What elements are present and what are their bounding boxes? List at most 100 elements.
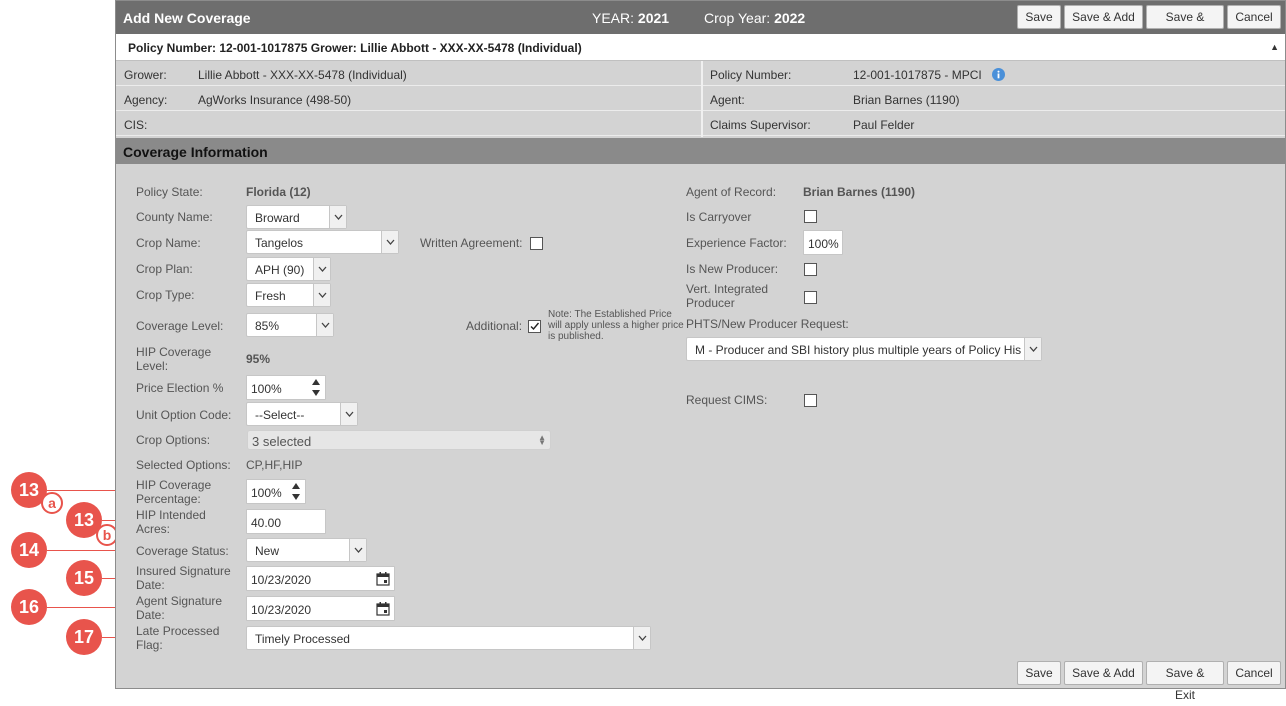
unit-option-label: Unit Option Code: (136, 408, 232, 422)
late-processed-flag-label: Late Processed Flag: (136, 624, 220, 652)
agency-label: Agency: (124, 93, 168, 107)
crop-options-multiselect[interactable]: 3 selected ▲ ▼ (247, 430, 551, 450)
late-processed-flag-select[interactable]: Timely Processed (246, 626, 651, 650)
additional-label: Additional: (466, 319, 523, 333)
crop-options-label: Crop Options: (136, 433, 211, 447)
policy-summary-bar[interactable]: Policy Number: 12-001-1017875 Grower: Li… (116, 34, 1285, 61)
cancel-button[interactable]: Cancel (1227, 5, 1281, 29)
policy-number-value: 12-001-1017875 - MPCI (853, 68, 982, 82)
county-select[interactable]: Broward (246, 205, 347, 229)
claims-supervisor-label: Claims Supervisor: (710, 118, 811, 132)
policy-state-value: Florida (12) (246, 185, 311, 199)
save-exit-button-bottom[interactable]: Save & Exit (1146, 661, 1224, 702)
is-carryover-checkbox[interactable] (804, 210, 817, 223)
callout-17: 17 (66, 619, 102, 655)
callout-14: 14 (11, 532, 47, 568)
hip-coverage-level-value: 95% (246, 352, 271, 366)
hip-coverage-percentage-stepper[interactable]: 100% (246, 479, 306, 504)
county-name-label: County Name: (136, 210, 213, 224)
policy-number-label: Policy Number: (710, 68, 792, 82)
unit-option-select[interactable]: --Select-- (246, 402, 358, 426)
hip-coverage-level-label: HIP Coverage Level: (136, 345, 212, 373)
agent-signature-date-input[interactable]: 10/23/2020 (246, 596, 395, 621)
hip-coverage-percentage-label: HIP Coverage Percentage: (136, 478, 212, 506)
coverage-status-select[interactable]: New (246, 538, 367, 562)
hip-intended-acres-input[interactable]: 40.00 (246, 509, 326, 534)
crop-year-display: Crop Year: 2022 (704, 10, 806, 26)
info-row-policy-number: Policy Number: 12-001-1017875 - MPCI (703, 62, 1285, 86)
agent-of-record-label: Agent of Record: (686, 185, 777, 199)
checkmark-icon (530, 322, 540, 331)
coverage-status-label: Coverage Status: (136, 544, 229, 558)
save-button-bottom[interactable]: Save (1017, 661, 1061, 685)
experience-factor-input[interactable]: 100% (803, 230, 843, 255)
info-row-agency: Agency: AgWorks Insurance (498-50) (116, 87, 701, 111)
calendar-icon[interactable] (376, 572, 390, 586)
price-election-stepper[interactable]: 100% (246, 375, 326, 400)
crop-plan-label: Crop Plan: (136, 262, 193, 276)
request-cims-label: Request CIMS: (686, 393, 768, 407)
additional-checkbox[interactable] (528, 320, 541, 333)
is-new-producer-label: Is New Producer: (686, 262, 779, 276)
grower-value: Lillie Abbott - XXX-XX-5478 (Individual) (198, 68, 407, 82)
crop-name-select[interactable]: Tangelos (246, 230, 399, 254)
insured-signature-date-input[interactable]: 10/23/2020 (246, 566, 395, 591)
year-display: YEAR: 2021 (592, 10, 670, 26)
vert-integrated-producer-checkbox[interactable] (804, 291, 817, 304)
claims-supervisor-value: Paul Felder (853, 118, 915, 132)
vert-integrated-producer-label: Vert. Integrated Producer (686, 282, 769, 310)
cis-label: CIS: (124, 118, 148, 132)
grower-label: Grower: (124, 68, 167, 82)
save-add-button-bottom[interactable]: Save & Add (1064, 661, 1143, 685)
crop-type-select[interactable]: Fresh (246, 283, 331, 307)
chevron-down-icon (349, 539, 366, 561)
hip-intended-acres-label: HIP Intended Acres: (136, 508, 206, 536)
chevron-down-icon (313, 258, 330, 280)
save-add-button[interactable]: Save & Add (1064, 5, 1143, 29)
policy-state-label: Policy State: (136, 185, 203, 199)
info-row-grower: Grower: Lillie Abbott - XXX-XX-5478 (Ind… (116, 62, 701, 86)
coverage-level-label: Coverage Level: (136, 319, 224, 333)
is-new-producer-checkbox[interactable] (804, 263, 817, 276)
chevron-down-icon (340, 403, 357, 425)
save-button[interactable]: Save (1017, 5, 1061, 29)
phts-select[interactable]: M - Producer and SBI history plus multip… (686, 337, 1042, 361)
agent-label: Agent: (710, 93, 745, 107)
info-icon[interactable] (992, 68, 1005, 81)
selected-options-label: Selected Options: (136, 458, 231, 472)
stepper-arrows-icon[interactable] (287, 480, 305, 503)
info-row-agent: Agent: Brian Barnes (1190) (703, 87, 1285, 111)
selected-options-value: CP,HF,HIP (246, 458, 303, 472)
crop-plan-select[interactable]: APH (90) (246, 257, 331, 281)
phts-label: PHTS/New Producer Request: (686, 317, 849, 331)
up-down-arrows-icon: ▲ ▼ (538, 433, 546, 447)
save-exit-button[interactable]: Save & Exit (1146, 5, 1224, 46)
add-coverage-panel: Add New Coverage YEAR: 2021 Crop Year: 2… (115, 0, 1286, 702)
coverage-level-select[interactable]: 85% (246, 313, 334, 337)
stepper-arrows-icon[interactable] (307, 376, 325, 399)
chevron-down-icon (329, 206, 346, 228)
section-title: Coverage Information (123, 144, 268, 160)
crop-type-label: Crop Type: (136, 288, 195, 302)
chevron-down-icon (313, 284, 330, 306)
request-cims-checkbox[interactable] (804, 394, 817, 407)
agent-of-record-value: Brian Barnes (1190) (803, 185, 916, 199)
chevron-down-icon (316, 314, 333, 336)
info-row-cis: CIS: (116, 112, 701, 136)
info-row-claims-supervisor: Claims Supervisor: Paul Felder (703, 112, 1285, 136)
agent-value: Brian Barnes (1190) (853, 93, 960, 107)
callout-16: 16 (11, 589, 47, 625)
is-carryover-label: Is Carryover (686, 210, 752, 224)
page-title: Add New Coverage (123, 10, 251, 26)
policy-summary-text: Policy Number: 12-001-1017875 Grower: Li… (128, 41, 582, 55)
calendar-icon[interactable] (376, 602, 390, 616)
written-agreement-label: Written Agreement: (420, 236, 523, 250)
chevron-down-icon (381, 231, 398, 253)
triangle-up-icon[interactable]: ▲ (1270, 42, 1279, 52)
cancel-button-bottom[interactable]: Cancel (1227, 661, 1281, 685)
crop-name-label: Crop Name: (136, 236, 201, 250)
written-agreement-checkbox[interactable] (530, 237, 543, 250)
established-price-note: Note: The Established Price will apply u… (548, 309, 684, 342)
insured-signature-date-label: Insured Signature Date: (136, 564, 231, 592)
agency-value: AgWorks Insurance (498-50) (198, 93, 352, 107)
